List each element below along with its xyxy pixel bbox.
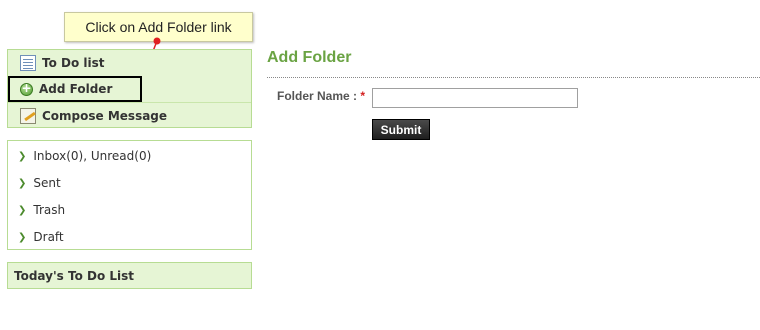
- folder-label: Inbox(0), Unread(0): [33, 149, 152, 163]
- callout-text: Click on Add Folder link: [85, 19, 232, 35]
- compose-icon: [20, 107, 36, 124]
- chevron-right-icon: ❯: [18, 177, 27, 189]
- folder-label: Trash: [33, 203, 66, 217]
- sidebar-item-label: To Do list: [42, 56, 105, 70]
- page-title: Add Folder: [267, 49, 352, 66]
- folder-item-sent[interactable]: ❯ Sent: [18, 174, 61, 192]
- todo-list-icon: [20, 55, 36, 71]
- sidebar-item-label: Compose Message: [42, 108, 168, 123]
- chevron-right-icon: ❯: [18, 150, 27, 162]
- folder-name-input[interactable]: [372, 88, 578, 108]
- add-circle-icon: [20, 81, 33, 96]
- folder-name-label: Folder Name : *: [277, 89, 365, 103]
- folder-label: Sent: [33, 176, 61, 190]
- todays-todo-heading[interactable]: Today's To Do List: [7, 262, 252, 289]
- folder-list: ❯ Inbox(0), Unread(0) ❯ Sent ❯ Trash ❯ D…: [7, 140, 252, 250]
- instruction-callout: Click on Add Folder link: [64, 12, 253, 42]
- folder-label: Draft: [33, 230, 64, 244]
- folder-item-inbox[interactable]: ❯ Inbox(0), Unread(0): [18, 147, 151, 165]
- title-divider: [267, 77, 760, 78]
- sidebar-item-todo-list[interactable]: To Do list: [8, 50, 251, 76]
- sidebar-item-add-folder[interactable]: Add Folder: [8, 76, 142, 102]
- folder-name-label-text: Folder Name :: [277, 89, 358, 103]
- sidebar-item-compose-message[interactable]: Compose Message: [8, 102, 251, 128]
- chevron-right-icon: ❯: [18, 204, 27, 216]
- folder-item-trash[interactable]: ❯ Trash: [18, 201, 65, 219]
- sidebar-menu: To Do list Compose Message Add Folder: [7, 49, 252, 128]
- submit-button[interactable]: Submit: [372, 119, 430, 140]
- todays-todo-label: Today's To Do List: [14, 268, 135, 283]
- folder-item-draft[interactable]: ❯ Draft: [18, 228, 64, 246]
- required-marker: *: [360, 89, 366, 103]
- chevron-right-icon: ❯: [18, 231, 27, 243]
- sidebar-item-label: Add Folder: [39, 82, 113, 96]
